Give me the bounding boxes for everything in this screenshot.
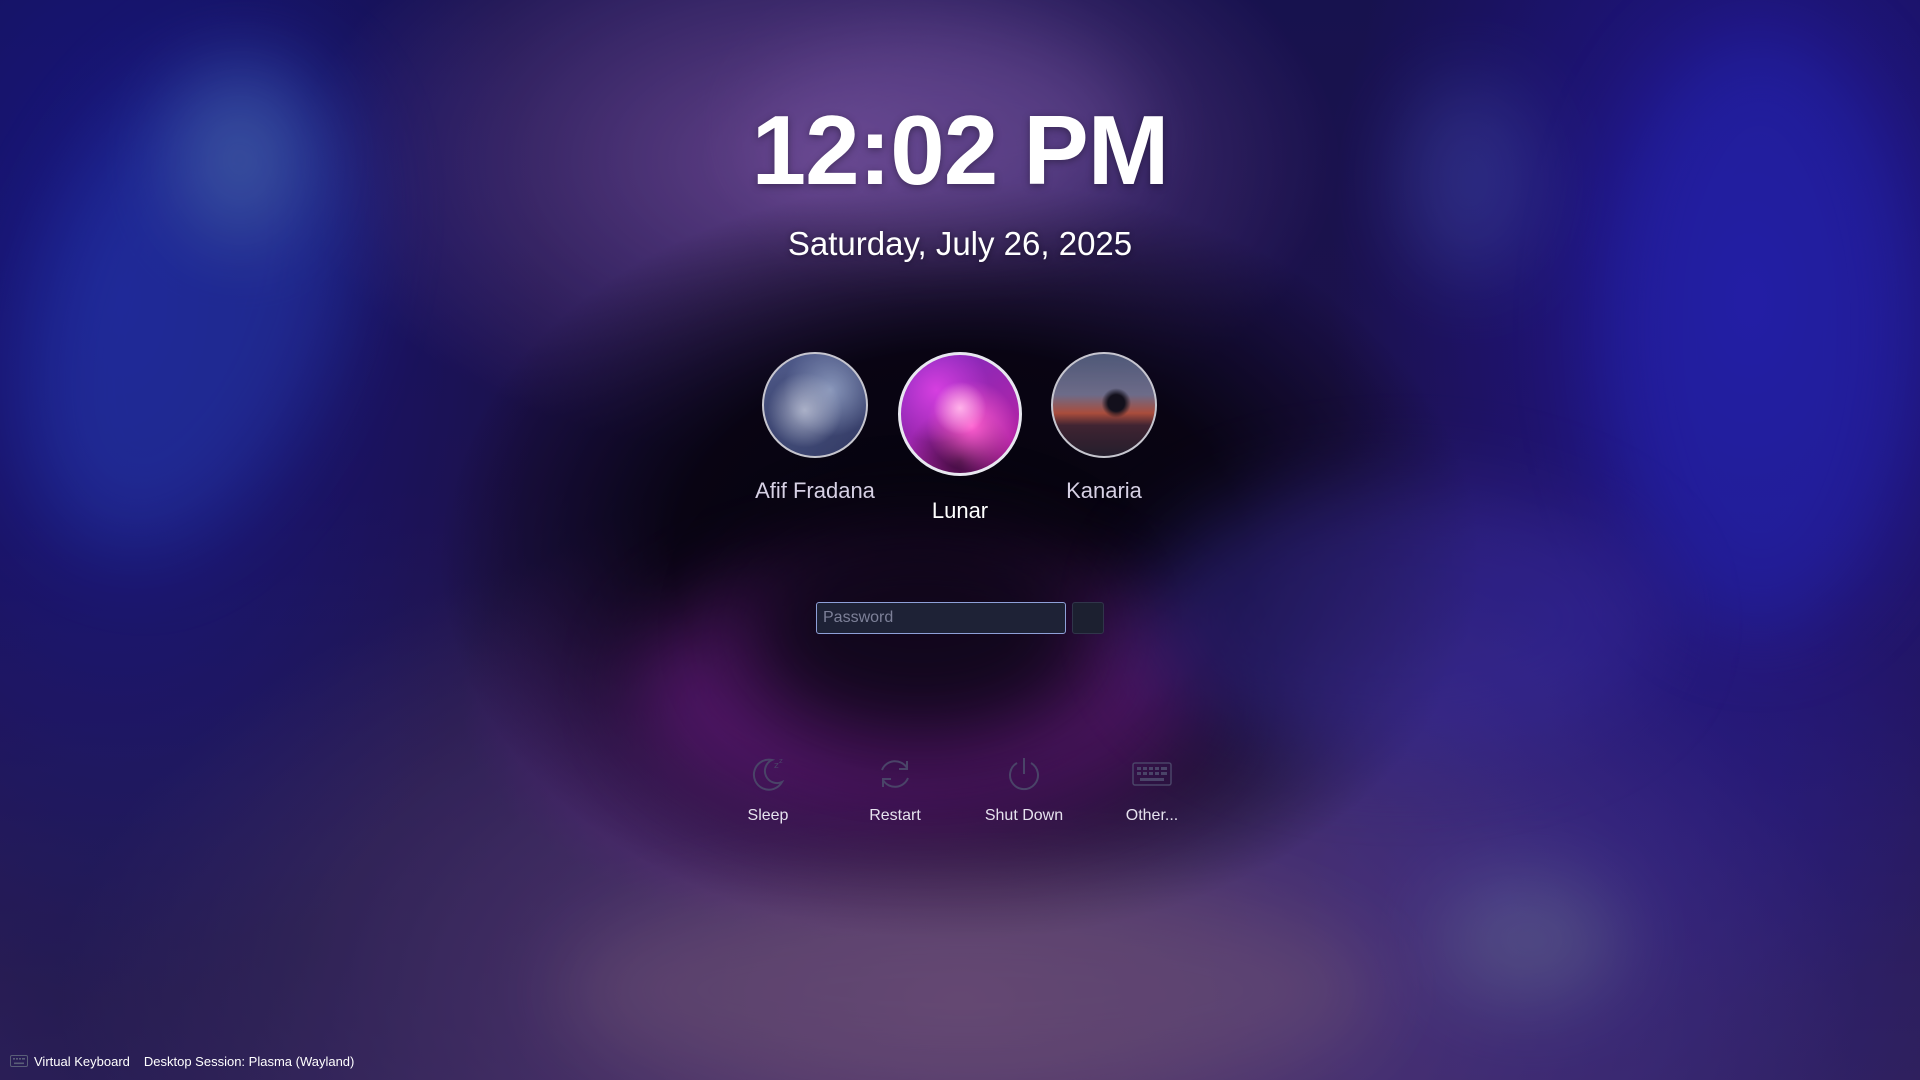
shutdown-button[interactable]: Shut Down <box>969 752 1079 825</box>
user-avatar <box>1051 352 1157 458</box>
desktop-session-label: Desktop Session: Plasma (Wayland) <box>143 1053 355 1069</box>
keyboard-grid-icon <box>1132 762 1172 786</box>
login-button[interactable] <box>1072 602 1104 634</box>
svg-text:z: z <box>779 757 783 765</box>
user-avatar <box>898 352 1022 476</box>
sleep-label: Sleep <box>747 807 789 824</box>
virtual-keyboard-button[interactable]: Virtual Keyboard <box>10 1054 130 1069</box>
user-afif-fradana[interactable]: Afif Fradana <box>755 352 875 504</box>
user-name-label: Lunar <box>931 498 989 523</box>
shutdown-label: Shut Down <box>984 807 1064 824</box>
clock-time: 12:02 PM <box>751 95 1170 205</box>
user-name-label: Afif Fradana <box>755 478 875 503</box>
shutdown-icon <box>1009 758 1039 791</box>
restart-icon <box>881 760 909 788</box>
user-kanaria[interactable]: Kanaria <box>1044 352 1164 504</box>
virtual-keyboard-label: Virtual Keyboard <box>34 1053 130 1069</box>
other-button[interactable]: Other... <box>1097 752 1207 825</box>
sleep-button[interactable]: z z Sleep <box>713 752 823 825</box>
clock-date: Saturday, July 26, 2025 <box>787 225 1133 262</box>
password-input[interactable] <box>816 602 1066 634</box>
sleep-icon: z z <box>752 757 785 791</box>
footer-bar: Virtual Keyboard Desktop Session: Plasma… <box>10 1050 354 1072</box>
other-label: Other... <box>1125 807 1179 824</box>
password-field-container <box>816 602 1066 634</box>
restart-label: Restart <box>869 807 921 824</box>
desktop-session-selector[interactable]: Desktop Session: Plasma (Wayland) <box>144 1054 355 1069</box>
user-lunar[interactable]: Lunar <box>890 352 1030 524</box>
user-avatar <box>762 352 868 458</box>
restart-button[interactable]: Restart <box>840 752 950 825</box>
user-name-label: Kanaria <box>1066 478 1142 503</box>
keyboard-icon <box>10 1055 28 1067</box>
